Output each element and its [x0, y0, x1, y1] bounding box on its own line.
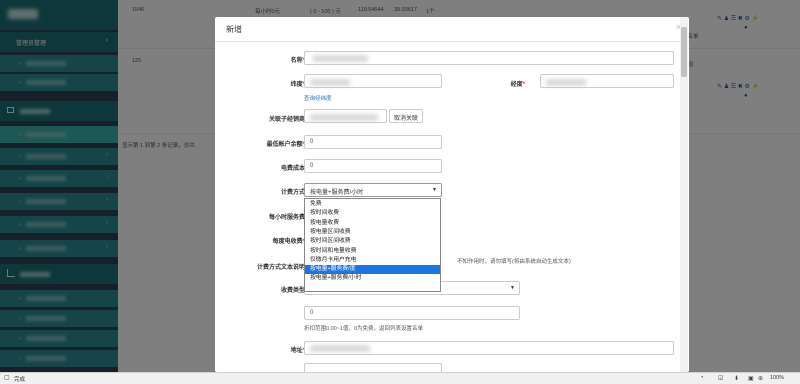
min-balance-label: 最低帐户余额*: [266, 142, 305, 148]
billing-text-help: 不知作用时，请勿填写(将由系统自动生成文本): [457, 259, 571, 265]
modal-scrollbar[interactable]: [680, 17, 688, 372]
kwh-fee-label: 每度电收费*: [272, 239, 305, 245]
discount-help: 折扣范围0.00~1值，0为免费，返回列表设置名单: [304, 326, 424, 332]
billing-option[interactable]: 免费: [305, 200, 440, 209]
name-label: 名称*: [290, 58, 305, 64]
status-text: 完成: [14, 377, 26, 383]
electricity-cost-label: 电费成本: [280, 166, 305, 172]
modal-header: 新增 ×: [215, 17, 689, 42]
latitude-label: 纬度*: [290, 82, 305, 88]
browser-status-bar: ▢ 完成 ◔ ☑ ⬇ ▣ ⊕ 100%: [0, 372, 800, 384]
add-dialog: 新增 × 名称* 纬度* 查询经纬度 经度* 关联子经销商 取消关联 最低帐户余…: [215, 17, 689, 372]
scrollbar-thumb[interactable]: [681, 27, 687, 77]
billing-method-value: 按电量+服务费/小时: [310, 190, 364, 196]
billing-option[interactable]: 按电量区间收费: [305, 228, 440, 237]
billing-method-select[interactable]: 按电量+服务费/小时 ▼: [304, 183, 442, 197]
zoom-level[interactable]: 100%: [770, 375, 784, 381]
image-icon[interactable]: ▣: [748, 375, 754, 382]
shield-icon[interactable]: ◔: [700, 375, 704, 381]
billing-option[interactable]: 按时间和电量收费: [305, 247, 440, 256]
discount-input[interactable]: 0: [304, 306, 520, 320]
download-icon[interactable]: ⬇: [734, 375, 739, 382]
min-balance-input[interactable]: 0: [304, 135, 442, 149]
billing-option[interactable]: 按时间区间收费: [305, 237, 440, 246]
billing-option-selected[interactable]: 按电量+服务费/度: [305, 265, 440, 275]
address-label: 地址*: [290, 348, 305, 354]
zoom-icon[interactable]: ⊕: [758, 375, 763, 382]
hourly-fee-label: 每小时服务费: [268, 215, 305, 221]
dealer-label: 关联子经销商: [268, 117, 305, 123]
billing-option[interactable]: 仅微月卡用户充电: [305, 256, 440, 265]
billing-text-label: 计费方式文本说明: [256, 265, 305, 271]
next-field-input[interactable]: [304, 363, 442, 372]
electricity-cost-input[interactable]: 0: [304, 159, 442, 173]
page-icon: ▢: [4, 375, 10, 381]
cancel-association-button[interactable]: 取消关联: [389, 109, 424, 123]
billing-option[interactable]: 按电量+服务费/小时: [305, 274, 440, 283]
check-icon[interactable]: ☑: [718, 375, 723, 382]
billing-option[interactable]: 按时间收费: [305, 209, 440, 218]
billing-option[interactable]: 按电量收费: [305, 219, 440, 228]
modal-title: 新增: [226, 25, 242, 34]
longitude-label: 经度*: [510, 82, 525, 88]
billing-method-label: 计费方式: [280, 190, 305, 196]
query-coordinates-link[interactable]: 查询经纬度: [304, 94, 332, 102]
charge-type-label: 收费类型: [280, 288, 305, 294]
billing-method-options: 免费 按时间收费 按电量收费 按电量区间收费 按时间区间收费 按时间和电量收费 …: [304, 198, 441, 292]
caret-down-icon: ▼: [510, 285, 515, 291]
caret-down-icon: ▼: [432, 187, 437, 193]
